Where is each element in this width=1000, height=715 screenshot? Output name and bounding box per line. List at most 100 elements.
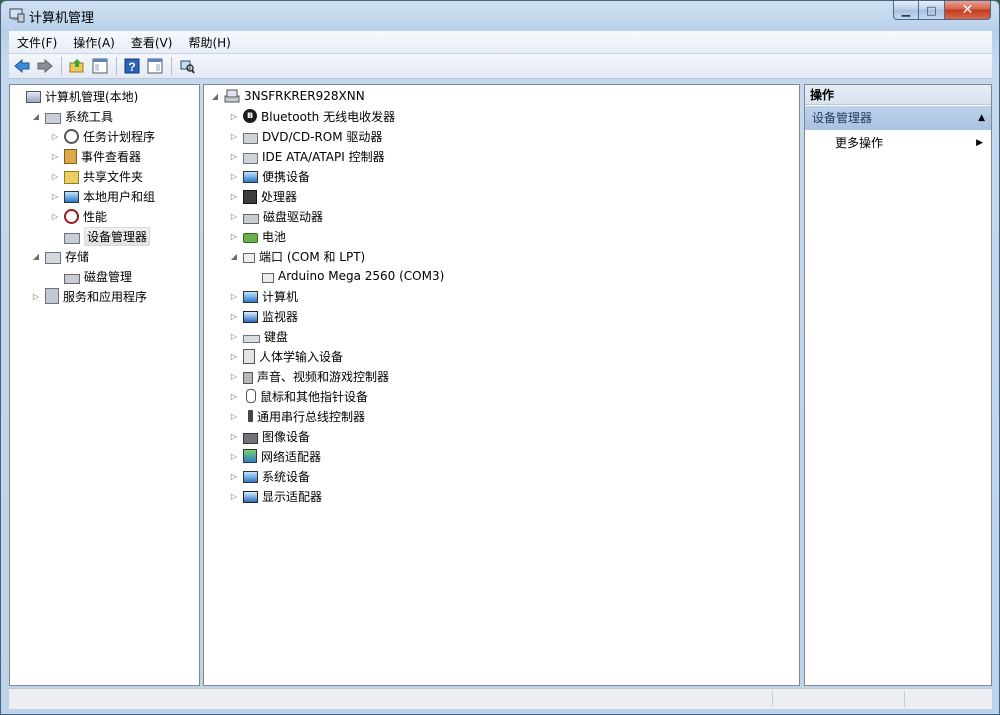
back-button[interactable] [11,56,33,77]
expand-icon[interactable]: ▷ [229,371,239,381]
expand-icon[interactable]: ▷ [229,151,239,161]
nav-tree-item[interactable]: ▷ 事件查看器 [50,146,141,166]
nav-tree-item[interactable]: ◢ 存储 [31,246,89,266]
users-icon [64,191,79,203]
expand-icon[interactable]: ▷ [229,391,239,401]
device-item[interactable]: ▷ 便携设备 [229,166,310,186]
expand-icon[interactable]: ▷ [229,211,239,221]
forward-button[interactable] [34,56,56,77]
expand-icon[interactable]: ▷ [50,171,60,181]
device-item[interactable]: ▷ 系统设备 [229,466,310,486]
menu-file[interactable]: 文件(F) [9,34,65,51]
services-icon [45,288,59,304]
expand-icon[interactable]: ▷ [50,191,60,201]
expand-icon[interactable]: ▷ [50,131,60,141]
portable-device-icon [243,171,258,183]
nav-tree-item[interactable]: ▷ 服务和应用程序 [31,286,147,306]
expand-icon[interactable]: ▷ [229,431,239,441]
usb-icon [248,410,253,422]
menu-bar: 文件(F) 操作(A) 查看(V) 帮助(H) [9,31,992,54]
device-item[interactable]: ▷ 监视器 [229,306,298,326]
device-item[interactable]: ▷ 处理器 [229,186,297,206]
device-item[interactable]: ▷ 图像设备 [229,426,310,446]
collapse-icon[interactable]: ◢ [229,251,239,261]
scan-hardware-button[interactable] [176,56,198,77]
up-folder-button[interactable] [66,56,88,77]
port-icon [243,252,255,263]
nav-tree-item[interactable]: 计算机管理(本地) [12,86,138,106]
menu-view[interactable]: 查看(V) [123,34,181,51]
device-item[interactable]: ▷ DVD/CD-ROM 驱动器 [229,126,382,146]
expand-icon[interactable]: ▷ [229,491,239,501]
expand-icon[interactable]: ▷ [229,131,239,141]
close-button[interactable]: ✕ [945,1,991,20]
device-item[interactable]: ▷ 显示适配器 [229,486,322,506]
device-tree-root-label: 3NSFRKRER928XNN [244,89,365,103]
menu-help[interactable]: 帮助(H) [180,34,238,51]
actions-section-device-manager[interactable]: 设备管理器 ▲ [805,106,991,130]
expand-icon[interactable]: ▷ [229,111,239,121]
show-action-pane-button[interactable] [144,56,166,77]
maximize-button[interactable]: □ [919,1,945,20]
device-item[interactable]: ▷ 人体学输入设备 [229,346,343,366]
nav-tree-item[interactable]: 设备管理器 [50,226,151,246]
computer-management-window: 计算机管理 ▁ □ ✕ 文件(F) 操作(A) 查看(V) 帮助(H) ? 计算… [0,0,1000,715]
nav-tree-item[interactable]: ▷ 共享文件夹 [50,166,143,186]
collapse-icon[interactable]: ◢ [210,91,220,101]
device-label: 计算机 [262,289,299,304]
expand-icon[interactable]: ▷ [229,471,239,481]
expand-icon[interactable]: ▷ [229,191,239,201]
nav-tree-label: 服务和应用程序 [63,289,148,304]
dvd-drive-icon [243,132,258,144]
expand-icon[interactable]: ▷ [229,351,239,361]
expand-icon[interactable]: ▷ [31,291,41,301]
device-tree-root[interactable]: ◢ 3NSFRKRER928XNN [210,86,365,106]
device-item[interactable]: ▷ 磁盘驱动器 [229,206,323,226]
nav-tree-item[interactable]: 磁盘管理 [50,266,132,286]
nav-tree-item[interactable]: ▷ 任务计划程序 [50,126,155,146]
title-bar[interactable]: 计算机管理 ▁ □ ✕ [1,1,999,29]
expand-icon[interactable]: ▷ [229,331,239,341]
close-icon: ✕ [961,2,974,18]
expand-icon[interactable]: ▷ [229,171,239,181]
help-button[interactable]: ? [121,56,143,77]
nav-tree-item[interactable]: ◢ 系统工具 [31,106,113,126]
navigation-tree[interactable]: 计算机管理(本地) ◢ 系统工具 ▷ 任务计划程序 ▷ 事件查看器 ▷ 共享文件夹 ▷ 本地用户和组… [9,84,200,686]
expand-icon[interactable]: ▷ [50,211,60,221]
expand-icon[interactable]: ▷ [229,451,239,461]
device-item[interactable]: ▷ 网络适配器 [229,446,321,466]
device-item[interactable]: ▷ ʙ Bluetooth 无线电收发器 [229,106,395,126]
expand-icon[interactable]: ▷ [229,291,239,301]
expand-icon[interactable]: ▷ [229,311,239,321]
more-actions-item[interactable]: 更多操作 [835,133,883,153]
expand-icon[interactable]: ▷ [229,411,239,421]
device-item[interactable]: ◢ 端口 (COM 和 LPT) [229,246,365,266]
device-item[interactable]: ▷ 键盘 [229,326,288,346]
device-label: 磁盘驱动器 [263,209,324,224]
device-item[interactable]: ▷ 通用串行总线控制器 [229,406,365,426]
computer-icon [243,291,258,303]
device-tree[interactable]: ◢ 3NSFRKRER928XNN ▷ ʙ Bluetooth 无线电收发器 ▷ DVD… [203,84,800,686]
nav-tree-item[interactable]: ▷ 性能 [50,206,107,226]
event-viewer-icon [64,148,77,164]
device-label: Bluetooth 无线电收发器 [261,109,396,124]
show-hide-tree-button[interactable] [89,56,111,77]
expand-icon[interactable]: ▷ [50,151,60,161]
collapse-up-icon[interactable]: ▲ [978,106,985,130]
device-item[interactable]: ▷ IDE ATA/ATAPI 控制器 [229,146,385,166]
minimize-button[interactable]: ▁ [893,1,919,20]
device-item[interactable]: ▷ 电池 [229,226,286,246]
collapse-icon[interactable]: ◢ [31,111,41,121]
device-item[interactable]: ▷ 声音、视频和游戏控制器 [229,366,389,386]
device-item[interactable]: Arduino Mega 2560 (COM3) [248,266,444,286]
device-label: 图像设备 [262,429,311,444]
device-item[interactable]: ▷ 鼠标和其他指针设备 [229,386,368,406]
ide-controller-icon [243,152,258,164]
device-label: 系统设备 [262,469,311,484]
nav-tree-item[interactable]: ▷ 本地用户和组 [50,186,155,206]
menu-action[interactable]: 操作(A) [65,34,123,51]
expand-icon[interactable]: ▷ [229,231,239,241]
collapse-icon[interactable]: ◢ [31,251,41,261]
device-item[interactable]: ▷ 计算机 [229,286,298,306]
